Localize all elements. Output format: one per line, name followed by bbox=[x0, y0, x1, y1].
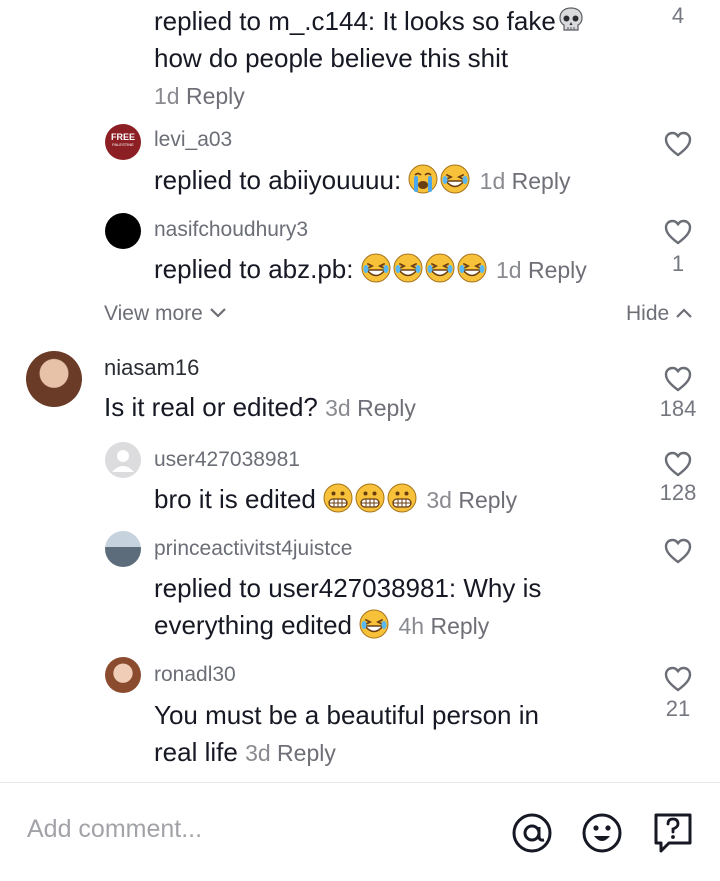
reply-button[interactable]: Reply bbox=[458, 487, 517, 513]
reply-prefix: replied to bbox=[154, 254, 269, 284]
comment-meta: 1d Reply bbox=[154, 83, 245, 109]
heart-icon[interactable] bbox=[664, 451, 692, 477]
comment-username[interactable]: ronadl30 bbox=[154, 663, 236, 687]
comment-body: Is it real or edited? bbox=[104, 392, 318, 422]
like-count: 21 bbox=[665, 696, 691, 721]
comment-body: You must be a beautiful person in bbox=[154, 700, 539, 730]
heart-icon[interactable] bbox=[664, 538, 692, 564]
comment-meta: 3d Reply bbox=[325, 395, 416, 421]
comment-meta: 3d Reply bbox=[245, 740, 336, 766]
like-count: 1 bbox=[671, 251, 685, 276]
laughing-emoji-icon bbox=[361, 253, 391, 283]
avatar-text: FREE bbox=[110, 132, 135, 142]
input-divider bbox=[0, 782, 720, 783]
avatar[interactable] bbox=[105, 442, 141, 478]
hide-label: Hide bbox=[626, 302, 670, 325]
laughing-emoji-icon bbox=[425, 253, 455, 283]
like-count: 4 bbox=[671, 3, 685, 28]
comment-username[interactable]: nasifchoudhury3 bbox=[154, 218, 308, 242]
comment-body: : bbox=[393, 165, 402, 195]
comment-text: You must be a beautiful person in real l… bbox=[154, 697, 624, 772]
reply-button[interactable]: Reply bbox=[512, 168, 571, 194]
comment-text: bro it is edited 3d Reply bbox=[154, 481, 624, 519]
comment-time: 3d bbox=[426, 487, 452, 513]
like-count: 184 bbox=[659, 396, 697, 421]
comment-meta: 3d Reply bbox=[426, 487, 517, 513]
question-icon[interactable] bbox=[653, 812, 693, 854]
chevron-up-icon bbox=[676, 308, 692, 318]
reply-button[interactable]: Reply bbox=[277, 740, 336, 766]
reply-button[interactable]: Reply bbox=[186, 83, 245, 109]
mention-link[interactable]: m_.c144 bbox=[268, 6, 368, 36]
comment-body-line2: everything edited bbox=[154, 610, 353, 640]
comment-body: : It looks so fake bbox=[367, 6, 556, 36]
reply-prefix: replied to bbox=[154, 573, 269, 603]
mention-link[interactable]: abiiyouuuu bbox=[268, 165, 394, 195]
chevron-down-icon bbox=[209, 308, 226, 318]
reply-prefix: replied to bbox=[154, 165, 269, 195]
reply-button[interactable]: Reply bbox=[357, 395, 416, 421]
mention-link[interactable]: user427038981 bbox=[268, 573, 449, 603]
heart-icon[interactable] bbox=[664, 666, 692, 692]
comment-body: : Why is bbox=[448, 573, 542, 603]
comment-meta: 4h Reply bbox=[399, 613, 490, 639]
heart-icon[interactable] bbox=[664, 219, 692, 245]
comment-meta: 1d Reply bbox=[480, 168, 571, 194]
avatar[interactable] bbox=[105, 213, 141, 249]
avatar[interactable] bbox=[105, 657, 141, 693]
view-more-label: View more bbox=[104, 302, 203, 325]
avatar-subtext: PALESTINE bbox=[112, 142, 134, 147]
comment-time: 1d bbox=[495, 257, 522, 283]
heart-icon[interactable] bbox=[664, 131, 692, 157]
hide-replies[interactable]: Hide bbox=[626, 302, 693, 326]
comment-meta: 1d Reply bbox=[496, 257, 587, 283]
emoji-icon[interactable] bbox=[581, 812, 623, 854]
laughing-emoji-icon bbox=[440, 164, 470, 194]
comment-text: replied to user427038981: Why is everyth… bbox=[154, 570, 624, 645]
comment-text: Is it real or edited? 3d Reply bbox=[104, 389, 574, 427]
laughing-emoji-icon bbox=[359, 609, 389, 639]
reply-button[interactable]: Reply bbox=[528, 257, 587, 283]
comment-username[interactable]: levi_a03 bbox=[154, 128, 232, 152]
mention-link[interactable]: abz.pb bbox=[268, 254, 346, 284]
comment-time: 1d bbox=[479, 168, 506, 194]
comment-time: 3d bbox=[245, 740, 271, 766]
grimacing-emoji-icon bbox=[387, 483, 417, 513]
view-more-replies[interactable]: View more bbox=[104, 302, 227, 326]
comment-text: replied to abiiyouuuu: 1d Reply bbox=[154, 162, 624, 200]
comment-text: replied to m_.c144: It looks so fake how… bbox=[154, 3, 624, 115]
comment-text: replied to abz.pb: 1d Reply bbox=[154, 251, 624, 289]
laughing-emoji-icon bbox=[457, 253, 487, 283]
comment-body-line2: real life bbox=[154, 737, 238, 767]
grimacing-emoji-icon bbox=[323, 483, 353, 513]
comment-username[interactable]: user427038981 bbox=[154, 448, 300, 472]
laughing-emoji-icon bbox=[393, 253, 423, 283]
avatar[interactable] bbox=[105, 531, 141, 567]
reply-prefix: replied to bbox=[154, 6, 269, 36]
like-count: 128 bbox=[659, 480, 697, 505]
comment-username[interactable]: niasam16 bbox=[104, 355, 199, 381]
comment-time: 1d bbox=[154, 83, 180, 109]
grimacing-emoji-icon bbox=[355, 483, 385, 513]
comment-body: : bbox=[346, 254, 354, 284]
avatar[interactable] bbox=[26, 351, 82, 407]
comment-time: 3d bbox=[325, 395, 351, 421]
skull-emoji-icon bbox=[556, 5, 586, 35]
comment-time: 4h bbox=[398, 613, 425, 639]
avatar[interactable]: FREE PALESTINE bbox=[105, 124, 141, 160]
mention-icon[interactable] bbox=[511, 812, 553, 854]
comment-input[interactable]: Add comment... bbox=[27, 815, 202, 844]
crying-emoji-icon bbox=[408, 164, 438, 194]
comment-body: bro it is edited bbox=[154, 484, 316, 514]
reply-button[interactable]: Reply bbox=[430, 613, 489, 639]
default-avatar-icon bbox=[112, 450, 134, 472]
comment-username[interactable]: princeactivitst4juistce bbox=[154, 537, 352, 561]
heart-icon[interactable] bbox=[664, 366, 692, 392]
comment-body-line2: how do people believe this shit bbox=[154, 43, 509, 73]
